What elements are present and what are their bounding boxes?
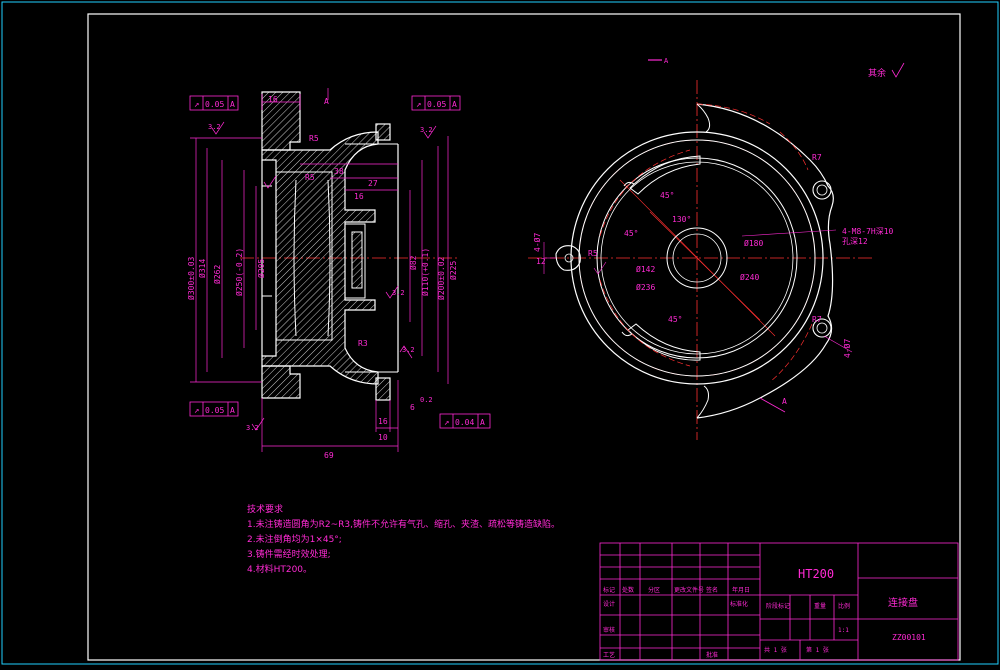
side-label-3: 12 (536, 257, 546, 266)
roughness-3: 3.2 (392, 289, 405, 297)
tolerance-2-value: 0.05 (427, 100, 446, 109)
tolerance-box-3: ↗ 0.05 A (189, 401, 239, 417)
tb-label-date: 年月日 (732, 586, 750, 594)
tb-label-scale: 比例 (838, 602, 850, 610)
hole-note-2: 孔深12 (842, 237, 868, 246)
dia-left-1: Ø300±0.03 (186, 256, 196, 300)
section-mark-top: A (664, 57, 669, 65)
cad-drawing-canvas[interactable]: ↗ 0.05 A ↗ 0.05 A ↗ 0.05 A ↗ 0.04 A A R5… (0, 0, 1000, 666)
angle-label-3: 45° (624, 229, 638, 238)
tolerance-1-datum: A (230, 100, 235, 109)
front-dia-3: Ø240 (740, 272, 759, 282)
tolerance-3-datum: A (230, 406, 235, 415)
angle-label-4: 45° (668, 315, 682, 324)
tech-req-item-4: 4.材料HT200。 (247, 565, 313, 575)
side-label-1: 4-Ø7 (532, 233, 542, 252)
angle-label-1: 45° (660, 191, 674, 200)
tb-scale-value: 1:1 (838, 627, 849, 634)
tb-label-change: 更改文件号 (674, 586, 704, 594)
tb-label-standard: 标准化 (730, 600, 748, 608)
dim-top-1: 38 (334, 167, 344, 176)
tb-label-stage: 阶段标记 (766, 602, 790, 610)
datum-label: A (324, 97, 329, 106)
front-dia-2: Ø142 (636, 264, 655, 274)
tb-label-sheet-no: 第 1 张 (806, 646, 829, 654)
tb-label-sign: 签名 (706, 586, 718, 594)
roughness-other-label: 其余 (868, 67, 886, 79)
roughness-2: 3.2 (420, 126, 433, 134)
dim-top-3: 16 (354, 192, 364, 201)
front-radius-3: R5 (588, 249, 598, 258)
dim-top-2: 27 (368, 179, 378, 188)
tb-part-name: 连接盘 (888, 596, 918, 609)
radius-label-2: R5 (305, 173, 315, 182)
dia-left-3: Ø262 (212, 265, 222, 284)
dia-right-4: Ø225 (448, 261, 458, 280)
tolerance-box-2: ↗ 0.05 A (411, 95, 461, 111)
tolerance-4-symbol: ↗ (444, 418, 449, 428)
front-dia-4: Ø236 (636, 282, 655, 292)
front-view: A A 45° 130° 45° 45° R7 R7 R5 Ø180 Ø142 … (528, 57, 905, 440)
tb-label-design: 设计 (603, 600, 615, 608)
technical-requirements: 技术要求 1.未注铸造圆角为R2~R3,铸件不允许有气孔、缩孔、夹渣、疏松等铸造… (247, 503, 560, 578)
dim-bottom-4: 69 (324, 451, 334, 460)
tb-label-weight: 重量 (814, 602, 826, 610)
angle-label-2: 130° (672, 215, 691, 224)
tolerance-box-4: ↗ 0.04 A (439, 413, 491, 429)
dia-right-1: Ø82 (408, 255, 418, 270)
tb-label-total-sheets: 共 1 张 (764, 646, 787, 654)
tolerance-4-value: 0.04 (455, 418, 474, 427)
tb-label-process: 工艺 (603, 651, 615, 659)
section-mark-bottom: A (782, 397, 787, 406)
dim-bottom-3: 10 (378, 433, 388, 442)
tech-req-item-1: 1.未注铸造圆角为R2~R3,铸件不允许有气孔、缩孔、夹渣、疏松等铸造缺陷。 (247, 520, 560, 530)
dia-left-5: Ø205 (256, 259, 266, 278)
section-view: ↗ 0.05 A ↗ 0.05 A ↗ 0.05 A ↗ 0.04 A A R5… (186, 88, 491, 460)
dim-top-4: 16 (268, 95, 278, 104)
dim-bottom-1: 6 (410, 403, 415, 412)
roughness-4: 3.2 (246, 424, 259, 432)
tb-label-zone: 分区 (648, 586, 660, 594)
tech-req-item-3: 3.铸件需经时效处理; (247, 550, 331, 560)
front-dia-1: Ø180 (744, 238, 763, 248)
dia-right-3: Ø200±0.02 (436, 256, 446, 300)
front-radius-1: R7 (812, 153, 822, 162)
tb-label-approve: 批准 (706, 651, 718, 659)
tolerance-1-value: 0.05 (205, 100, 224, 109)
tolerance-4-datum: A (480, 418, 485, 427)
tolerance-2-symbol: ↗ (416, 100, 421, 110)
tb-label-mark: 标记 (603, 586, 615, 594)
dim-bottom-5: 16 (378, 417, 388, 426)
radius-label-3: R3 (358, 339, 368, 348)
tech-req-item-2: 2.未注倒角均为1×45°; (247, 535, 342, 545)
tech-req-title: 技术要求 (247, 505, 284, 515)
roughness-other-icon (891, 62, 905, 78)
tolerance-1-symbol: ↗ (194, 100, 199, 110)
radius-label-1: R5 (309, 134, 319, 143)
tolerance-3-symbol: ↗ (194, 406, 199, 416)
dia-right-2: Ø110(+0.1) (420, 248, 430, 296)
tb-material: HT200 (798, 567, 834, 581)
tb-label-count: 处数 (622, 586, 634, 594)
side-label-2: 4-Ø7 (842, 339, 852, 358)
hole-note-1: 4-M8-7H深10 (842, 227, 894, 236)
tolerance-3-value: 0.05 (205, 406, 224, 415)
tolerance-box-1: ↗ 0.05 A (189, 95, 239, 111)
dim-bottom-2: 0.2 (420, 396, 433, 404)
tolerance-2-datum: A (452, 100, 457, 109)
dia-left-4: Ø250(-0.2) (234, 248, 244, 296)
tb-drawing-no: ZZ00101 (892, 633, 926, 642)
tb-label-review: 审核 (603, 626, 615, 634)
dia-left-2: Ø314 (197, 259, 207, 278)
front-radius-2: R7 (812, 315, 822, 324)
